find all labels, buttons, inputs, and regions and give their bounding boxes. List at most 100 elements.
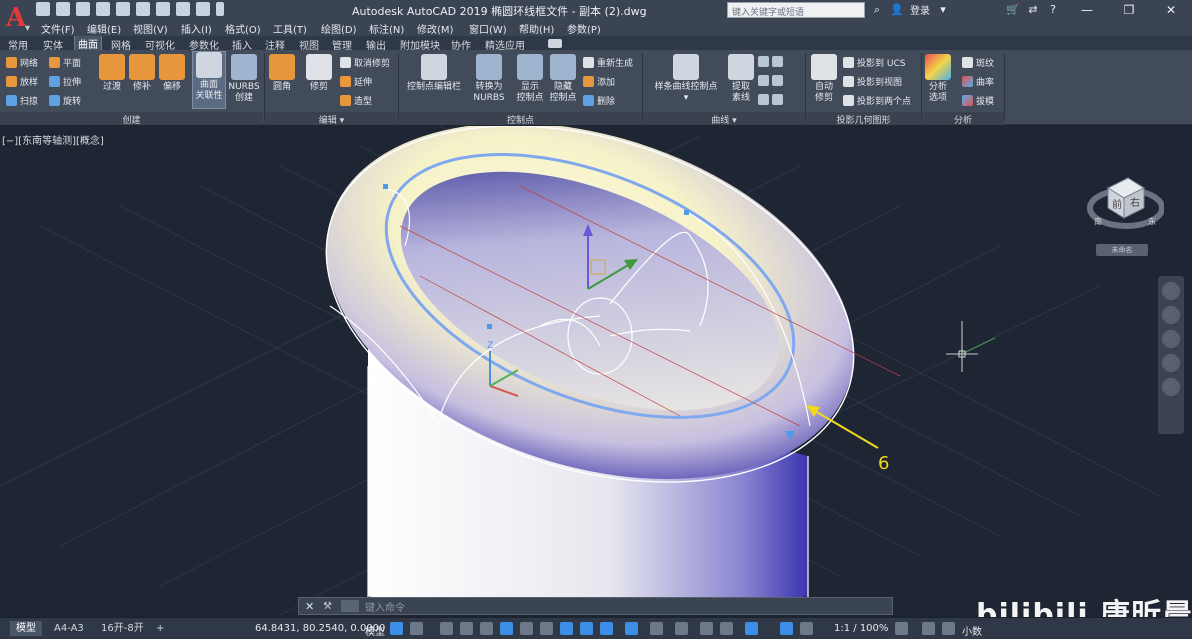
menu-dimension[interactable]: 标注(N)	[369, 21, 404, 36]
offset-button[interactable]: 偏移	[158, 54, 186, 93]
zoom-icon[interactable]	[1162, 330, 1180, 348]
annotation-scale[interactable]: 1:1 / 100%	[834, 623, 888, 634]
zebra-button[interactable]: 斑纹	[962, 56, 994, 69]
undo-icon[interactable]	[176, 2, 190, 16]
menu-help[interactable]: 帮助(H)	[519, 21, 554, 36]
panel-label-curves[interactable]: 曲线 ▾	[643, 113, 805, 126]
osnap-icon[interactable]	[560, 622, 573, 635]
exchange-icon[interactable]: ⇄	[1026, 3, 1040, 17]
panel-label-projection[interactable]: 投影几何图形	[806, 113, 921, 126]
print-icon[interactable]	[156, 2, 170, 16]
curvature-button[interactable]: 曲率	[962, 75, 994, 88]
isolate-icon[interactable]	[942, 622, 955, 635]
orbit-icon[interactable]	[1162, 354, 1180, 372]
ducs-icon[interactable]	[600, 622, 613, 635]
annotation-visibility-icon[interactable]	[745, 622, 758, 635]
patch-button[interactable]: 修补	[128, 54, 156, 93]
menu-parametric[interactable]: 参数(P)	[567, 21, 601, 36]
menu-modify[interactable]: 修改(M)	[417, 21, 453, 36]
units-icon[interactable]	[720, 622, 733, 635]
viewcube[interactable]: 前 右 南 东	[1086, 156, 1165, 256]
fillet-button[interactable]: 圆角	[268, 54, 296, 93]
project-view-button[interactable]: 投影到视图	[843, 75, 902, 88]
spline-cv-button[interactable]: 样条曲线控制点 ▾	[650, 54, 722, 104]
minimize-icon[interactable]: —	[1066, 0, 1108, 20]
web-mobile-icon[interactable]	[116, 2, 130, 16]
menu-edit[interactable]: 编辑(E)	[87, 21, 121, 36]
blend-button[interactable]: 过渡	[98, 54, 126, 93]
viewport-label[interactable]: [−][东南等轴测][概念]	[2, 132, 104, 147]
layout-tab-16k[interactable]: 16开-8开	[95, 621, 150, 636]
wrench-icon[interactable]: ⚒	[323, 601, 337, 612]
panel-label-edit[interactable]: 编辑 ▾	[265, 113, 398, 126]
isodraft-icon[interactable]	[520, 622, 533, 635]
plus-icon[interactable]	[922, 622, 935, 635]
analysis-options-button[interactable]: 分析 选项	[924, 54, 952, 104]
polar-icon[interactable]	[500, 622, 513, 635]
curve-tool-3[interactable]	[758, 94, 786, 105]
trim-button[interactable]: 修剪	[305, 54, 333, 93]
dropdown-icon[interactable]: ▾	[936, 3, 950, 17]
layout-tab-model[interactable]: 模型	[10, 621, 42, 636]
command-prompt-icon[interactable]	[341, 600, 359, 612]
auto-trim-button[interactable]: 自动 修剪	[810, 54, 838, 104]
restore-icon[interactable]: ❐	[1108, 0, 1150, 20]
add-layout-button[interactable]: +	[150, 621, 170, 636]
3d-scene[interactable]: Z	[0, 126, 1192, 615]
panel-label-control-points[interactable]: 控制点	[399, 113, 642, 126]
drawing-viewport[interactable]: Z [−][东南等轴测][概念] 6 前 右 南 东 未命名	[0, 126, 1192, 615]
revolve-button[interactable]: 旋转	[49, 94, 81, 107]
model-space-button[interactable]: 模型	[365, 623, 385, 638]
menu-format[interactable]: 格式(O)	[225, 21, 261, 36]
ribbon-toggle-icon[interactable]	[548, 39, 562, 48]
save-icon[interactable]	[76, 2, 90, 16]
loft-button[interactable]: 放样	[6, 75, 38, 88]
selection-cycling-icon[interactable]	[650, 622, 663, 635]
curve-tool-2[interactable]	[758, 75, 786, 86]
menu-view[interactable]: 视图(V)	[133, 21, 168, 36]
panel-label-analysis[interactable]: 分析	[922, 113, 1004, 126]
draft-button[interactable]: 拔模	[962, 94, 994, 107]
app-menu-button[interactable]: A ▾	[0, 0, 32, 36]
3d-osnap-icon[interactable]	[580, 622, 593, 635]
tab-surface[interactable]: 曲面	[74, 36, 102, 51]
network-button[interactable]: 网络	[6, 56, 38, 69]
extract-isolines-button[interactable]: 提取 素线	[727, 54, 755, 104]
annotation-monitor-icon[interactable]	[700, 622, 713, 635]
menu-draw[interactable]: 绘图(D)	[321, 21, 357, 36]
nurbs-creation-button[interactable]: NURBS 创建	[227, 54, 261, 104]
menu-insert[interactable]: 插入(I)	[181, 21, 212, 36]
sculpt-button[interactable]: 造型	[340, 94, 372, 107]
layout-tab-a4a3[interactable]: A4-A3	[48, 621, 90, 636]
gizmo-icon[interactable]	[675, 622, 688, 635]
pan-icon[interactable]	[1162, 306, 1180, 324]
project-two-points-button[interactable]: 投影到两个点	[843, 94, 911, 107]
save-as-icon[interactable]	[96, 2, 110, 16]
menu-tools[interactable]: 工具(T)	[273, 21, 307, 36]
export-icon[interactable]	[136, 2, 150, 16]
panel-label-create[interactable]: 创建	[0, 113, 263, 126]
binoculars-icon[interactable]: ⌕	[870, 3, 884, 17]
login-button[interactable]: 登录	[910, 2, 930, 17]
convert-to-nurbs-button[interactable]: 转换为 NURBS	[470, 54, 508, 104]
snap-icon[interactable]	[410, 622, 423, 635]
units-readout[interactable]: 小数	[962, 623, 982, 638]
autoscale-icon[interactable]	[780, 622, 793, 635]
showmotion-icon[interactable]	[1162, 378, 1180, 396]
cv-edit-bar-button[interactable]: 控制点编辑栏	[401, 54, 467, 93]
annotation-scale-icon[interactable]	[800, 622, 813, 635]
sweep-button[interactable]: 扫掠	[6, 94, 38, 107]
remove-cv-button[interactable]: 删除	[583, 94, 615, 107]
untrim-button[interactable]: 取消修剪	[340, 56, 390, 69]
planar-button[interactable]: 平面	[49, 56, 81, 69]
extend-button[interactable]: 延伸	[340, 75, 372, 88]
qat-dropdown-icon[interactable]	[216, 2, 224, 16]
cart-icon[interactable]: 🛒	[1006, 3, 1020, 17]
close-icon[interactable]: ✕	[305, 600, 317, 613]
curve-tool-1[interactable]	[758, 56, 786, 67]
infer-constraints-icon[interactable]	[440, 622, 453, 635]
transparency-icon[interactable]	[625, 622, 638, 635]
ucs-menu-button[interactable]: 未命名	[1096, 244, 1148, 256]
open-file-icon[interactable]	[56, 2, 70, 16]
new-file-icon[interactable]	[36, 2, 50, 16]
